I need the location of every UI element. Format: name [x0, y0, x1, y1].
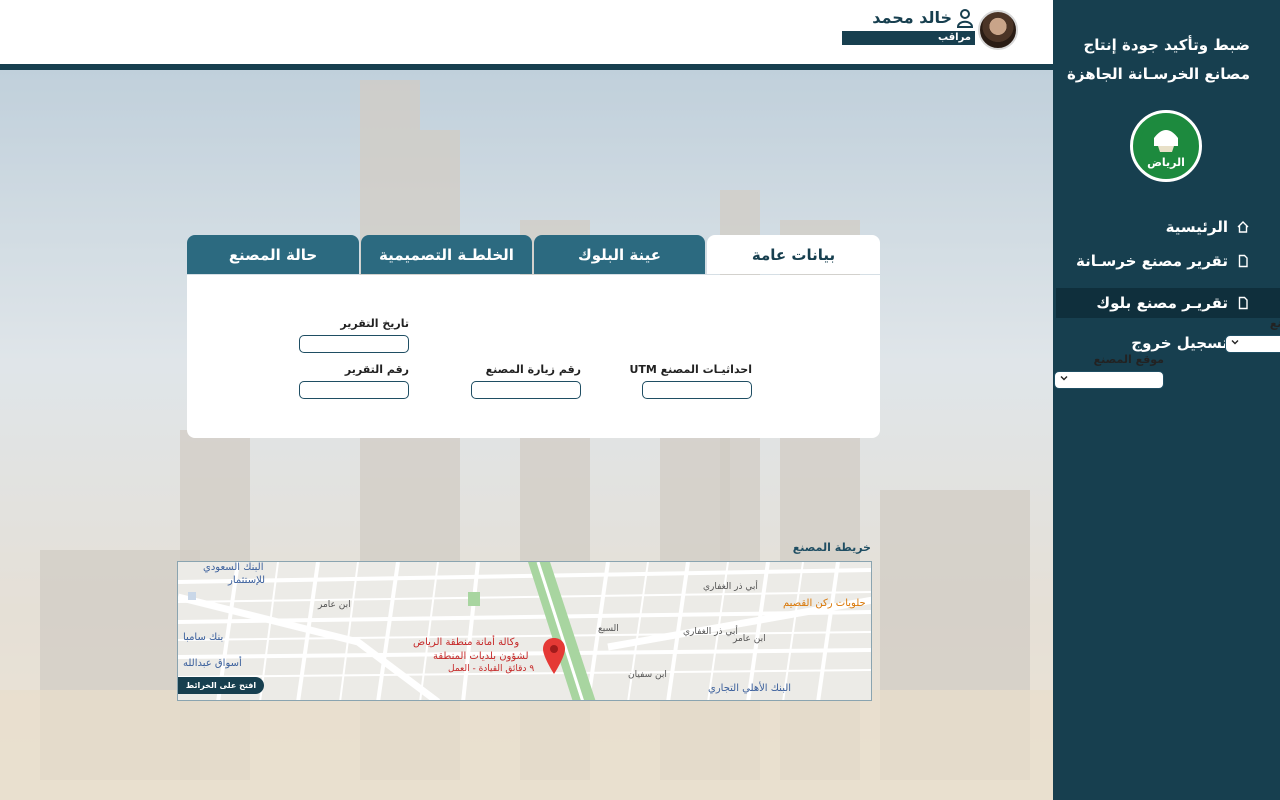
map-poi-saudi-bank: البنك السعودي: [203, 562, 264, 573]
map-street-label: ابن عامر: [318, 600, 351, 610]
visit-number-label: رقم زيارة المصنع: [485, 363, 581, 376]
sidebar-item-concrete-report[interactable]: تقرير مصنع خرسـانة: [1053, 246, 1280, 276]
sidebar-item-home[interactable]: الرئيسية: [1053, 212, 1280, 242]
map-street-label: ابن عامر: [733, 634, 766, 644]
map-poi-ahli-bank: البنك الأهلي التجاري: [708, 683, 792, 694]
header-divider: [0, 64, 1053, 70]
map-pin-icon[interactable]: [543, 638, 565, 674]
home-icon: [1237, 221, 1249, 233]
map-poi-sweets: حلويات ركن القصيم: [783, 598, 866, 609]
svg-text:الرياض: الرياض: [1147, 156, 1185, 169]
factory-location-select[interactable]: [1054, 371, 1164, 389]
sidebar-item-label: تقريـر مصنع بلوك: [1096, 294, 1228, 312]
factory-name-label: اسم المصنع: [1269, 317, 1280, 330]
document-icon: [1238, 296, 1248, 310]
sidebar-item-label: تسجيل خروج: [1131, 334, 1228, 352]
report-tabs: بيانات عامة عينة البلوك الخلطـة التصميمي…: [187, 235, 880, 275]
tab-block-sample[interactable]: عينة البلوك: [534, 235, 705, 274]
map-poi-samba-bank: بنك سامبا: [183, 632, 224, 643]
utm-coordinates-field: احداثيـات المصنع UTM: [629, 363, 752, 399]
factory-map-title: خريطة المصنع: [792, 541, 871, 554]
sidebar: ضبط وتأكيد جودة إنتاج مصانع الخرسـانة ال…: [1053, 0, 1280, 800]
document-icon: [1238, 254, 1248, 268]
report-date-input[interactable]: [299, 335, 409, 353]
user-avatar[interactable]: [978, 10, 1018, 50]
map-place-subtitle: لشؤون بلديات المنطقة: [433, 651, 529, 662]
factory-map[interactable]: وكالة أمانة منطقة الرياض لشؤون بلديات ال…: [177, 561, 872, 701]
report-number-field: رقم التقرير: [299, 363, 409, 399]
factory-location-field: موقع المصنع: [1054, 353, 1164, 389]
visit-number-input[interactable]: [471, 381, 581, 399]
app-title-line1: ضبط وتأكيد جودة إنتاج: [1083, 36, 1250, 54]
tab-design-mix[interactable]: الخلطـة التصميمية: [361, 235, 532, 274]
sidebar-item-label: الرئيسية: [1165, 218, 1228, 236]
map-streets: [178, 562, 871, 700]
report-date-label: تاريخ التقرير: [340, 317, 409, 330]
tab-general-data[interactable]: بيانات عامة: [707, 235, 880, 274]
user-name: خالد محمد: [872, 8, 952, 27]
map-place-title: وكالة أمانة منطقة الرياض: [413, 637, 520, 648]
top-header: خالد محمد مراقب: [0, 0, 1053, 65]
utm-coordinates-input[interactable]: [642, 381, 752, 399]
visit-number-field: رقم زيارة المصنع: [471, 363, 581, 399]
user-role-badge: مراقب: [842, 31, 975, 45]
sidebar-item-block-report[interactable]: تقريـر مصنع بلوك: [1056, 288, 1280, 318]
chevron-down-icon: [1231, 340, 1239, 345]
factory-location-label: موقع المصنع: [1093, 353, 1164, 366]
general-data-form: اسم المصنع موقع المصنع تاريخ التقرير احد…: [187, 275, 1280, 438]
sidebar-item-label: تقرير مصنع خرسـانة: [1076, 252, 1228, 270]
riyadh-municipality-logo: الرياض: [1130, 110, 1202, 182]
app-title: ضبط وتأكيد جودة إنتاج مصانع الخرسـانة ال…: [1060, 31, 1250, 89]
report-number-label: رقم التقرير: [344, 363, 409, 376]
report-number-input[interactable]: [299, 381, 409, 399]
map-poi-saudi-bank-line2: للإستثمار: [228, 575, 266, 586]
open-in-maps-button[interactable]: افتح على الخرائط: [178, 677, 264, 694]
user-icon: [956, 9, 974, 28]
map-poi-aswaq: أسواق عبدالله: [183, 658, 242, 669]
tab-factory-status[interactable]: حالة المصنع: [187, 235, 359, 274]
map-street-label: أبي ذر الغفاري: [683, 627, 738, 637]
factory-name-field: اسم المصنع: [1225, 317, 1280, 353]
map-street-label: السبع: [598, 624, 619, 634]
map-street-label: أبي ذر الغفاري: [703, 582, 758, 592]
chevron-down-icon: [1060, 376, 1068, 381]
logo-emblem-icon: الرياض: [1139, 119, 1193, 173]
map-street-label: ابن سفيان: [628, 670, 667, 680]
map-place-eta: ٩ دقائق القيادة - العمل: [448, 664, 535, 674]
utm-coordinates-label: احداثيـات المصنع UTM: [629, 363, 752, 376]
app-title-line2: مصانع الخرسـانة الجاهزة: [1067, 65, 1250, 83]
report-date-field: تاريخ التقرير: [299, 317, 409, 353]
